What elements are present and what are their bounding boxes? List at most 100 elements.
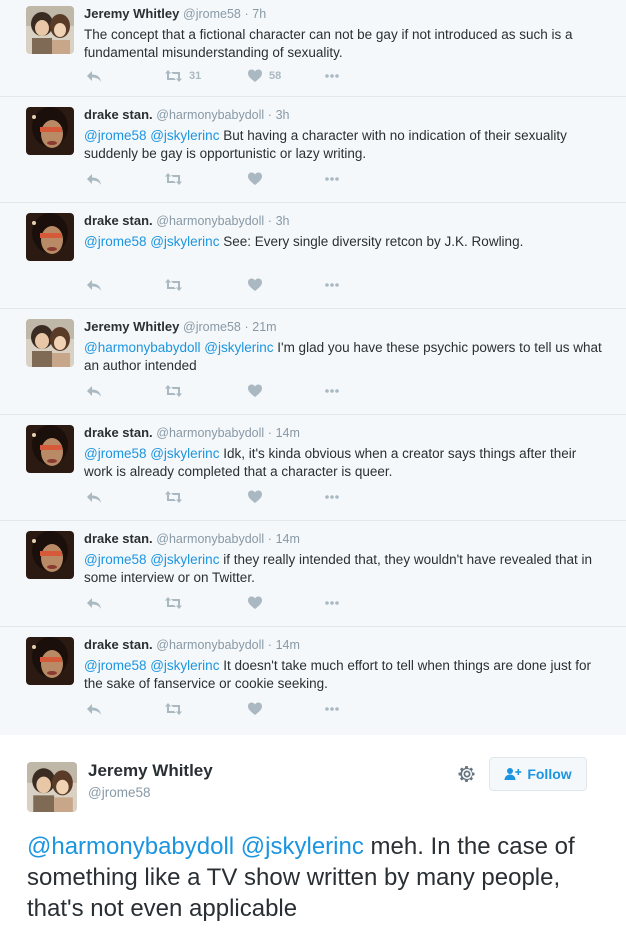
tweet[interactable]: drake stan. @harmonybabydoll · 3h @jrome… [0,97,626,203]
author-name[interactable]: drake stan. [84,531,153,546]
tweet-header: Jeremy Whitley @jrome58 · 21m [84,318,606,336]
like-icon [248,69,262,82]
author-name[interactable]: drake stan. [84,213,153,228]
mention-links[interactable]: @jrome58 @jskylerinc [84,658,219,673]
more-button[interactable] [324,170,340,188]
like-icon [248,702,262,715]
more-button[interactable] [324,67,340,85]
like-button[interactable] [247,700,269,718]
reply-button[interactable] [86,276,102,294]
separator-dot: · [267,426,272,440]
tweet[interactable]: drake stan. @harmonybabydoll · 14m @jrom… [0,415,626,521]
avatar[interactable] [27,762,77,812]
author-handle[interactable]: @harmonybabydoll [156,638,264,652]
tweet[interactable]: Jeremy Whitley @jrome58 · 7h The concept… [0,0,626,97]
retweet-button[interactable] [164,700,189,718]
retweet-button[interactable]: 31 [164,67,201,85]
author-handle[interactable]: @harmonybabydoll [156,532,264,546]
mention-links[interactable]: @jrome58 @jskylerinc [84,128,219,143]
tweet-text: @harmonybabydoll @jskylerinc I'm glad yo… [84,339,606,375]
like-button[interactable] [247,488,269,506]
like-button[interactable] [247,594,269,612]
retweet-button[interactable] [164,594,189,612]
tweet[interactable]: drake stan. @harmonybabydoll · 14m @jrom… [0,521,626,627]
reply-icon [87,386,101,397]
avatar[interactable] [26,213,74,261]
author-handle[interactable]: @harmonybabydoll [156,214,264,228]
tweet-header: drake stan. @harmonybabydoll · 3h [84,212,606,230]
separator-dot: · [267,108,272,122]
tweet[interactable]: Jeremy Whitley @jrome58 · 21m @harmonyba… [0,309,626,415]
like-button[interactable]: 58 [247,67,281,85]
author-name[interactable]: Jeremy Whitley [84,6,179,21]
avatar[interactable] [26,6,74,54]
author-handle[interactable]: @jrome58 [183,320,241,334]
reply-icon [87,704,101,715]
author-name[interactable]: Jeremy Whitley [88,761,213,781]
timestamp[interactable]: 3h [276,108,290,122]
mention-links[interactable]: @jrome58 @jskylerinc [84,234,219,249]
timestamp[interactable]: 14m [276,426,300,440]
more-button[interactable] [324,276,340,294]
retweet-icon [165,385,182,397]
author-handle[interactable]: @jrome58 [88,785,150,800]
tweet[interactable]: drake stan. @harmonybabydoll · 3h @jrome… [0,203,626,309]
avatar[interactable] [26,107,74,155]
author-handle[interactable]: @harmonybabydoll [156,108,264,122]
retweet-button[interactable] [164,276,189,294]
author-name[interactable]: drake stan. [84,107,153,122]
mention-links[interactable]: @jrome58 @jskylerinc [84,552,219,567]
retweet-button[interactable] [164,488,189,506]
timestamp[interactable]: 14m [276,638,300,652]
more-button[interactable] [324,488,340,506]
tweet-actions [84,700,384,718]
author-handle[interactable]: @jrome58 [183,7,241,21]
more-button[interactable] [324,700,340,718]
more-button[interactable] [324,594,340,612]
tweet-actions [84,382,384,400]
follow-button[interactable]: Follow [489,757,587,791]
gear-icon[interactable] [457,764,477,789]
reply-button[interactable] [86,382,102,400]
reply-icon [87,280,101,291]
mention-links[interactable]: @harmonybabydoll @jskylerinc [84,340,273,355]
author-name[interactable]: drake stan. [84,637,153,652]
reply-button[interactable] [86,67,102,85]
avatar[interactable] [26,637,74,685]
retweet-count: 31 [189,70,202,82]
like-button[interactable] [247,382,269,400]
tweet-actions [84,276,384,294]
avatar[interactable] [26,319,74,367]
timestamp[interactable]: 7h [252,7,266,21]
reply-button[interactable] [86,170,102,188]
tweet-body: See: Every single diversity retcon by J.… [219,234,524,249]
reply-button[interactable] [86,488,102,506]
retweet-button[interactable] [164,382,189,400]
avatar[interactable] [26,425,74,473]
retweet-icon [165,703,182,715]
reply-button[interactable] [86,700,102,718]
tweet[interactable]: drake stan. @harmonybabydoll · 14m @jrom… [0,627,626,735]
mention-links[interactable]: @jrome58 @jskylerinc [84,446,219,461]
like-button[interactable] [247,170,269,188]
more-icon [325,495,339,499]
author-name[interactable]: Jeremy Whitley [84,319,179,334]
like-icon [248,384,262,397]
reply-button[interactable] [86,594,102,612]
like-icon [248,172,262,185]
timestamp[interactable]: 3h [276,214,290,228]
author-name[interactable]: drake stan. [84,425,153,440]
timestamp[interactable]: 14m [276,532,300,546]
retweet-button[interactable] [164,170,189,188]
avatar[interactable] [26,531,74,579]
timestamp[interactable]: 21m [252,320,276,334]
author-handle[interactable]: @harmonybabydoll [156,426,264,440]
mention-links[interactable]: @harmonybabydoll @jskylerinc [27,833,364,860]
more-icon [325,389,339,393]
like-button[interactable] [247,276,269,294]
follow-label: Follow [527,766,572,782]
tweet-content: drake stan. @harmonybabydoll · 14m @jrom… [84,636,606,693]
tweet-header: drake stan. @harmonybabydoll · 14m [84,636,606,654]
reply-icon [87,598,101,609]
more-button[interactable] [324,382,340,400]
